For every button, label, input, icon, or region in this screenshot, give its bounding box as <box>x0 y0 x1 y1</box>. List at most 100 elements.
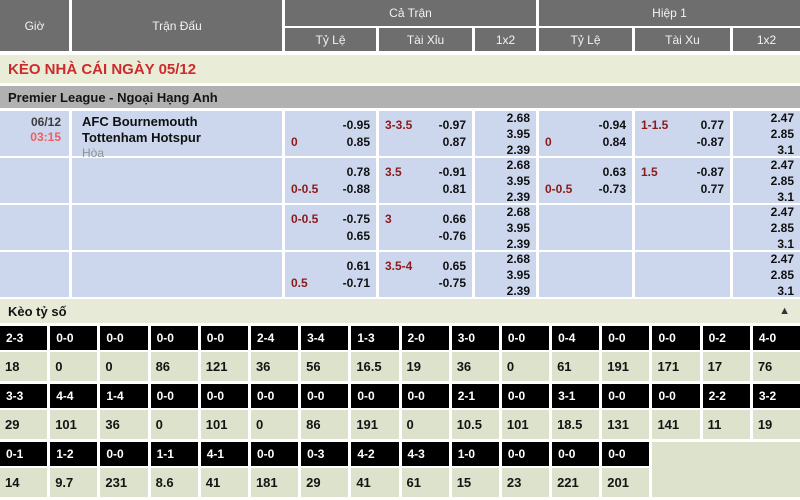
score-odds-value[interactable]: 221 <box>552 468 599 497</box>
handicap-label: 0-0.5 <box>291 212 318 227</box>
league-title: Premier League - Ngoại Hạng Anh <box>0 86 800 108</box>
odds-line: -0.94 <box>545 118 626 133</box>
ft-overunder-cell[interactable]: 30.66-0.76 <box>379 205 472 250</box>
odds-value: -0.95 <box>343 118 370 133</box>
ft-overunder-cell[interactable]: 3-3.5-0.970.87 <box>379 111 472 156</box>
score-odds-value[interactable]: 0 <box>50 352 97 381</box>
odds-line: 0.77 <box>641 182 724 197</box>
odds-line: 3.1 <box>739 143 794 157</box>
odds-value: -0.87 <box>697 135 724 150</box>
score-odds-value[interactable]: 86 <box>151 352 198 381</box>
h1-1x2-cell[interactable]: 2.472.853.1 <box>733 111 800 156</box>
odds-line: 2.85 <box>739 268 794 282</box>
ft-overunder-cell[interactable]: 3.5-0.910.81 <box>379 158 472 203</box>
score-odds-value[interactable]: 191 <box>351 410 398 439</box>
score-odds-value[interactable]: 0 <box>402 410 449 439</box>
score-section-header: Kèo tỷ số ▲ <box>0 299 800 323</box>
ft-handicap-cell[interactable]: 0-0.5-0.750.65 <box>285 205 376 250</box>
score-odds-value[interactable]: 41 <box>201 468 248 497</box>
score-label: 1-1 <box>151 442 198 466</box>
score-odds-value[interactable]: 86 <box>301 410 348 439</box>
score-odds-value[interactable]: 14 <box>0 468 47 497</box>
h1-overunder-cell[interactable]: 1-1.50.77-0.87 <box>635 111 730 156</box>
score-odds-value[interactable]: 101 <box>201 410 248 439</box>
odds-row: 06/1203:15AFC BournemouthTottenham Hotsp… <box>0 111 800 156</box>
score-odds-value[interactable]: 141 <box>652 410 699 439</box>
score-odds-value[interactable]: 131 <box>602 410 649 439</box>
score-odds-value[interactable]: 36 <box>251 352 298 381</box>
score-odds-value[interactable]: 56 <box>301 352 348 381</box>
score-odds-value[interactable]: 0 <box>151 410 198 439</box>
score-odds-value[interactable]: 18.5 <box>552 410 599 439</box>
score-odds-value[interactable]: 201 <box>602 468 649 497</box>
score-odds-value[interactable]: 61 <box>552 352 599 381</box>
score-label: 2-4 <box>251 326 298 350</box>
ft-1x2-cell[interactable]: 2.683.952.39 <box>475 205 536 250</box>
odds-line: 2.68 <box>481 111 530 125</box>
away-team-name: Tottenham Hotspur <box>82 130 282 146</box>
ft-1x2-cell[interactable]: 2.683.952.39 <box>475 111 536 156</box>
h1-1x2-cell[interactable]: 2.472.853.1 <box>733 252 800 297</box>
score-odds-value[interactable]: 36 <box>452 352 499 381</box>
odds-line: 0-0.5-0.88 <box>291 182 370 197</box>
odds-value: 2.85 <box>771 174 794 188</box>
score-odds-value[interactable]: 181 <box>251 468 298 497</box>
odds-line: 00.84 <box>545 135 626 150</box>
odds-line: 2.68 <box>481 158 530 172</box>
score-odds-value[interactable]: 10.5 <box>452 410 499 439</box>
collapse-arrow-icon[interactable]: ▲ <box>779 305 790 317</box>
score-label: 0-0 <box>251 442 298 466</box>
score-label: 0-0 <box>652 326 699 350</box>
h1-handicap-cell[interactable]: -0.94 00.84 <box>539 111 632 156</box>
score-odds-value[interactable]: 0 <box>251 410 298 439</box>
score-odds-value[interactable]: 19 <box>753 410 800 439</box>
score-odds-value[interactable]: 121 <box>201 352 248 381</box>
score-odds-value[interactable]: 76 <box>753 352 800 381</box>
h1-1x2-cell[interactable]: 2.472.853.1 <box>733 158 800 203</box>
handicap-label: 0-0.5 <box>545 182 572 197</box>
odds-line: 0.87 <box>385 135 466 150</box>
odds-line: 2.39 <box>481 190 530 204</box>
h1-1x2-cell[interactable]: 2.472.853.1 <box>733 205 800 250</box>
score-odds-value[interactable]: 11 <box>703 410 750 439</box>
score-odds-value[interactable]: 36 <box>100 410 147 439</box>
score-odds-value[interactable]: 0 <box>502 352 549 381</box>
header-h1-overunder: Tài Xu <box>635 28 730 51</box>
score-odds-value[interactable]: 101 <box>50 410 97 439</box>
score-odds-value[interactable]: 171 <box>652 352 699 381</box>
odds-line: 0.61 <box>291 259 370 274</box>
score-odds-value[interactable]: 61 <box>402 468 449 497</box>
score-label: 3-2 <box>753 384 800 408</box>
score-odds-value[interactable]: 8.6 <box>151 468 198 497</box>
score-odds-value[interactable]: 0 <box>100 352 147 381</box>
score-odds-value[interactable]: 191 <box>602 352 649 381</box>
h1-overunder-cell <box>635 205 730 250</box>
odds-value: -0.91 <box>439 165 466 180</box>
score-label: 4-3 <box>402 442 449 466</box>
score-odds-value[interactable]: 29 <box>0 410 47 439</box>
score-odds-value[interactable]: 101 <box>502 410 549 439</box>
ft-handicap-cell[interactable]: -0.9500.85 <box>285 111 376 156</box>
score-odds-value[interactable]: 19 <box>402 352 449 381</box>
score-odds-value[interactable]: 231 <box>100 468 147 497</box>
ft-overunder-cell[interactable]: 3.5-40.65-0.75 <box>379 252 472 297</box>
score-odds-value[interactable]: 23 <box>502 468 549 497</box>
odds-line: 2.47 <box>739 205 794 219</box>
ft-1x2-cell[interactable]: 2.683.952.39 <box>475 158 536 203</box>
header-h1-1x2: 1x2 <box>733 28 800 51</box>
score-odds-value[interactable]: 16.5 <box>351 352 398 381</box>
ft-1x2-cell[interactable]: 2.683.952.39 <box>475 252 536 297</box>
h1-overunder-cell[interactable]: 1.5-0.870.77 <box>635 158 730 203</box>
odds-line: 2.39 <box>481 284 530 298</box>
score-odds-value[interactable]: 29 <box>301 468 348 497</box>
score-row-group: 2-3180-000-000-0860-01212-4363-4561-316.… <box>0 326 800 381</box>
ft-handicap-cell[interactable]: 0.610.5-0.71 <box>285 252 376 297</box>
ft-handicap-cell[interactable]: 0.780-0.5-0.88 <box>285 158 376 203</box>
score-odds-value[interactable]: 17 <box>703 352 750 381</box>
score-odds-value[interactable]: 41 <box>351 468 398 497</box>
score-label: 1-4 <box>100 384 147 408</box>
score-odds-value[interactable]: 9.7 <box>50 468 97 497</box>
h1-handicap-cell[interactable]: 0.630-0.5-0.73 <box>539 158 632 203</box>
score-odds-value[interactable]: 15 <box>452 468 499 497</box>
score-odds-value[interactable]: 18 <box>0 352 47 381</box>
